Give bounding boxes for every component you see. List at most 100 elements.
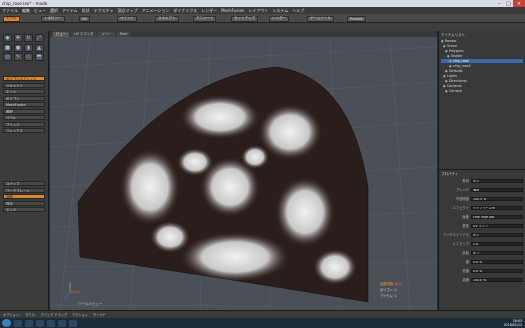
property-value[interactable]: ディフューズ色	[471, 205, 523, 210]
property-label: 有効	[462, 179, 469, 183]
tool-row[interactable]: ポリゴンエディット	[3, 76, 45, 81]
taskbar-app-icon[interactable]	[69, 319, 77, 327]
cube-icon[interactable]: ■	[3, 43, 12, 52]
item-list-row[interactable]: ● Lights	[441, 74, 523, 78]
tool-row[interactable]: ベベル	[3, 115, 45, 120]
extrude-icon[interactable]: ⬒	[34, 53, 44, 61]
item-label: Render	[445, 39, 457, 44]
sphere-icon[interactable]: ●	[13, 43, 23, 52]
start-button[interactable]	[2, 319, 11, 327]
property-value[interactable]: 0.0 %	[471, 259, 523, 264]
clock-date: 2018/01/12	[503, 323, 522, 327]
menu-item[interactable]: レイアウト	[248, 8, 268, 14]
torus-icon[interactable]: ◎	[3, 53, 12, 61]
cone-icon[interactable]: ▲	[34, 43, 44, 52]
layout-tab[interactable]: セットアップ	[231, 15, 258, 22]
bevel-icon[interactable]: ◇	[24, 53, 33, 61]
property-value[interactable]: UV マップ	[471, 223, 523, 228]
snap-row[interactable]: 頂点	[3, 200, 45, 206]
layout-tab[interactable]: レンダー	[269, 15, 289, 22]
menu-item[interactable]: ビュー	[34, 8, 46, 14]
taskbar-app-icon[interactable]	[14, 319, 22, 327]
minimize-button[interactable]: –	[495, 0, 504, 7]
menu-item[interactable]: MeshFusion	[221, 8, 244, 13]
taskbar-app-icon[interactable]	[25, 319, 33, 327]
item-list-row[interactable]: ● chip_rose	[441, 59, 523, 64]
menu-item[interactable]: システム	[272, 8, 288, 14]
property-row: ブレンド 通常	[441, 187, 523, 192]
property-row: 画像 chip_rose.jpg	[441, 214, 523, 219]
tool-row[interactable]: ジオメトリ	[3, 82, 45, 88]
tool-row[interactable]: フレックス	[3, 128, 45, 133]
property-value[interactable]: オフ	[471, 250, 523, 255]
tool-grid: ◆ ✥ ↻ ⤢ ■ ● ▮ ▲ ◎ ✎ ◇ ⬒	[3, 34, 45, 61]
taskbar-app-icon[interactable]	[58, 319, 66, 327]
select-icon[interactable]: ◆	[3, 34, 12, 42]
menu-item[interactable]: 編集	[22, 8, 30, 14]
menu-item[interactable]: アイテム	[62, 8, 78, 14]
property-value[interactable]: 通常	[471, 187, 523, 192]
tool-row[interactable]: MeshFusion	[3, 102, 45, 107]
property-value[interactable]: 100.0 %	[471, 196, 523, 201]
property-value[interactable]: 0.0 %	[471, 268, 523, 273]
property-value[interactable]: オン	[471, 232, 523, 237]
item-list-row[interactable]: ● Scene	[441, 44, 523, 48]
menu-item[interactable]: アニメーション	[141, 8, 169, 14]
layout-tab[interactable]: トポロジー	[41, 15, 65, 22]
property-value[interactable]: 1.0	[471, 241, 523, 246]
snap-row[interactable]: ワークプレーン	[3, 187, 45, 193]
menu-item[interactable]: 頂点マップ	[117, 8, 137, 14]
menu-item[interactable]: レンダー	[201, 8, 217, 14]
item-list-row[interactable]: ● chip_rose2	[441, 64, 523, 68]
taskbar-app-icon[interactable]	[36, 319, 44, 327]
maximize-button[interactable]: □	[504, 0, 513, 7]
item-list-row[interactable]: ● Directional	[441, 79, 523, 83]
tool-row[interactable]: エッジ	[3, 89, 45, 94]
snap-row[interactable]: 自動	[3, 194, 45, 199]
layout-tab[interactable]: アニメート	[193, 15, 217, 22]
tool-row[interactable]: 選択	[3, 108, 45, 114]
viewport-tab[interactable]: ツリー	[98, 31, 115, 37]
close-button[interactable]: ×	[513, 0, 525, 7]
layout-tab[interactable]: UV	[79, 15, 90, 22]
3d-viewport[interactable]: ビュー UV エディタ ツリー Pixel ワールドビュー 自動同期: オフ ポ…	[50, 31, 437, 310]
property-value[interactable]: 100.0 %	[471, 277, 523, 282]
layout-tab[interactable]: スカルプト	[155, 15, 179, 22]
cylinder-icon[interactable]: ▮	[24, 43, 33, 52]
pen-icon[interactable]: ✎	[13, 53, 23, 61]
property-value[interactable]: chip_rose.jpg	[471, 214, 523, 219]
move-icon[interactable]: ✥	[13, 34, 23, 42]
layout-tab[interactable]: ゲームツール	[307, 15, 334, 22]
menu-item[interactable]: ヘルプ	[292, 8, 304, 14]
rotate-icon[interactable]: ↻	[24, 34, 33, 42]
item-list-row[interactable]: ● Camera	[441, 89, 523, 93]
layout-tab[interactable]: Presets	[347, 15, 366, 22]
viewport-tab[interactable]: Pixel	[116, 31, 131, 37]
menu-item[interactable]: ダイナミクス	[173, 8, 197, 14]
snap-row[interactable]: エッジ	[3, 207, 45, 212]
viewport-tab[interactable]: ビュー	[53, 31, 70, 37]
property-label: エフェクト	[452, 206, 469, 210]
taskbar-app-icon[interactable]	[47, 319, 55, 327]
item-list-row[interactable]: ● Cameras	[441, 84, 523, 88]
property-value[interactable]: オン	[471, 178, 523, 183]
viewport-canvas[interactable]: ワールドビュー 自動同期: オフ ポリゴン: 1 アイテム: 1	[50, 37, 437, 310]
item-list-row[interactable]: ● Shader	[441, 54, 523, 58]
scale-icon[interactable]: ⤢	[34, 34, 44, 42]
snap-row[interactable]: スナップ	[3, 181, 45, 186]
status-bar: オプション: マウス: クリック ドラッグ アクション ホールド	[0, 310, 525, 318]
viewport-tab[interactable]: UV エディタ	[71, 31, 97, 37]
layout-tab[interactable]: モデル	[3, 15, 20, 22]
item-list-row[interactable]: ● Render	[441, 39, 523, 43]
system-clock[interactable]: 18:03 2018/01/12	[504, 319, 522, 327]
items-header: アイテムリスト	[441, 33, 466, 37]
menu-item[interactable]: テクスチャ	[94, 8, 114, 14]
item-list-row[interactable]: ● Defaults	[441, 69, 523, 73]
menu-item[interactable]: 形状	[82, 8, 90, 14]
menu-item[interactable]: 選択	[50, 8, 58, 14]
layout-tab[interactable]: ペイント	[117, 15, 137, 22]
tool-row[interactable]: ポリゴン	[3, 95, 45, 101]
menu-item[interactable]: ファイル	[2, 8, 18, 14]
tool-row[interactable]: ブリッジ	[3, 121, 45, 127]
item-list-row[interactable]: ● Polygons	[441, 49, 523, 53]
